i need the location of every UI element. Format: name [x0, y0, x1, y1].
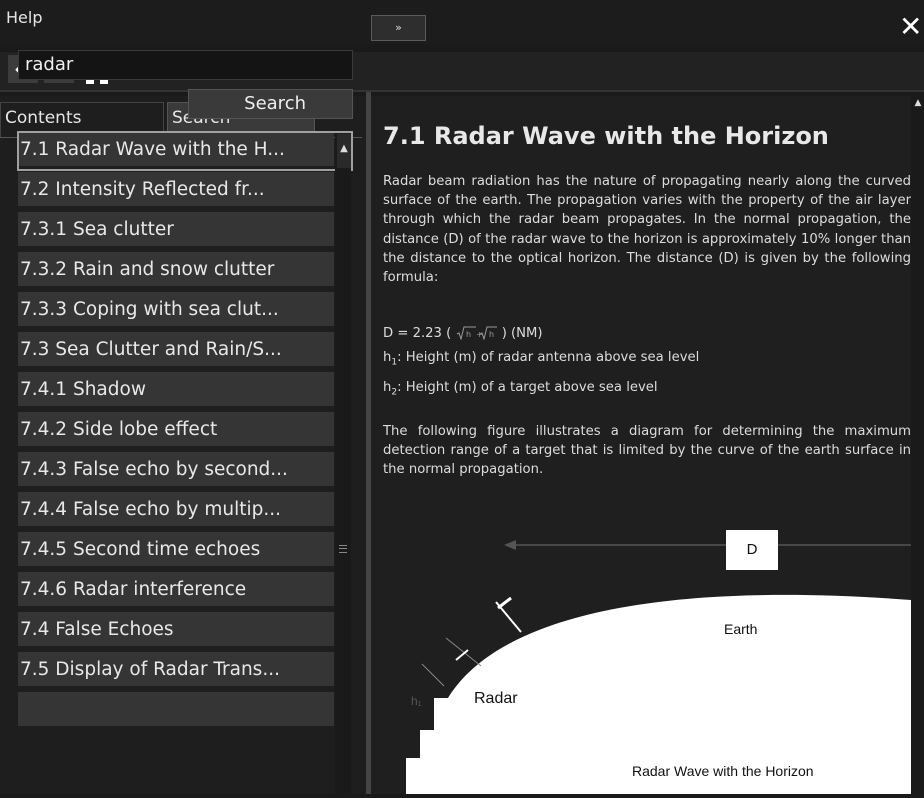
scroll-up-arrow-icon[interactable]: ▲: [337, 134, 351, 168]
formula-prefix: D = 2.23 (: [383, 326, 452, 341]
formula-suffix: ) (NM): [501, 326, 543, 341]
list-item[interactable]: 7.4.4 False echo by multip...: [18, 492, 334, 529]
list-item[interactable]: 7.3.3 Coping with sea clut...: [18, 292, 334, 329]
list-item[interactable]: 7.4 False Echoes: [18, 612, 334, 649]
earth-label: Earth: [724, 621, 758, 637]
panel-toggle-button[interactable]: »: [371, 15, 426, 41]
list-item[interactable]: [18, 692, 334, 729]
article-scrollbar[interactable]: [911, 96, 924, 794]
figure-caption: Radar Wave with the Horizon: [632, 763, 814, 779]
article-paragraph: Radar beam radiation has the nature of p…: [383, 174, 911, 286]
close-button[interactable]: ✕: [899, 12, 924, 42]
list-item[interactable]: 7.4.2 Side lobe effect: [18, 412, 334, 449]
window-title: Help: [6, 8, 43, 27]
svg-text:h: h: [489, 330, 494, 339]
svg-text:+: +: [476, 330, 483, 339]
svg-text:h: h: [466, 330, 471, 339]
scroll-grip-icon[interactable]: [339, 545, 347, 553]
antenna-height-label: h₁: [411, 694, 422, 708]
list-item[interactable]: 7.4.1 Shadow: [18, 372, 334, 409]
list-item[interactable]: 7.1 Radar Wave with the H...: [18, 132, 334, 169]
search-button[interactable]: Search: [188, 89, 353, 119]
horizon-diagram: D Earth Radar h₁ Radar Wave with the Hor…: [386, 520, 911, 794]
list-item[interactable]: 7.4.6 Radar interference: [18, 572, 334, 609]
horizon-diagram-graphic: [406, 540, 911, 794]
search-input[interactable]: radar: [18, 50, 353, 80]
list-item[interactable]: 7.4.3 False echo by second...: [18, 452, 334, 489]
h1-definition: h1: Height (m) of radar antenna above se…: [383, 350, 700, 368]
h2-definition: h2: Height (m) of a target above sea lev…: [383, 380, 658, 398]
title-bar: Help » ✕: [0, 0, 924, 44]
article-paragraph: The following figure illustrates a diagr…: [383, 424, 911, 478]
search-results-list: 7.1 Radar Wave with the H... 7.2 Intensi…: [18, 132, 334, 794]
article-heading: 7.1 Radar Wave with the Horizon: [383, 122, 829, 150]
results-scrollbar[interactable]: [335, 135, 351, 794]
toolbar-separator: [0, 90, 924, 92]
list-item[interactable]: 7.3.1 Sea clutter: [18, 212, 334, 249]
distance-formula: D = 2.23 ( h + h ) (NM): [383, 326, 543, 341]
list-item[interactable]: 7.4.5 Second time echoes: [18, 532, 334, 569]
scroll-up-arrow-icon[interactable]: ▲: [912, 98, 924, 114]
list-item[interactable]: 7.3.2 Rain and snow clutter: [18, 252, 334, 289]
radar-label: Radar: [474, 690, 518, 707]
square-root-icon: h + h: [456, 326, 497, 340]
list-item[interactable]: 7.5 Display of Radar Trans...: [18, 652, 334, 689]
list-item[interactable]: 7.2 Intensity Reflected fr...: [18, 172, 334, 209]
distance-label: D: [726, 530, 778, 570]
list-item[interactable]: 7.3 Sea Clutter and Rain/S...: [18, 332, 334, 369]
